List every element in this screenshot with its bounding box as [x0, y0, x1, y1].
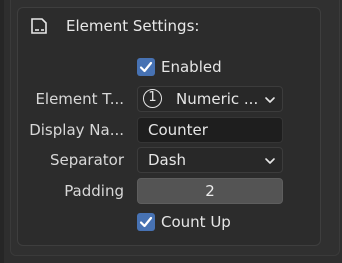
count-up-label[interactable]: Count Up — [161, 213, 231, 231]
checkmark-icon — [139, 216, 153, 228]
separator-label: Separator — [49, 151, 124, 169]
enabled-label[interactable]: Enabled — [161, 58, 222, 76]
count-up-checkbox[interactable] — [137, 213, 155, 231]
numeric-one-icon: 1 — [143, 89, 162, 108]
element-type-dropdown[interactable]: 1 Numeric ... — [137, 86, 283, 112]
display-name-label: Display Na... — [29, 121, 124, 139]
chevron-down-icon — [265, 158, 275, 164]
left-edge — [0, 0, 4, 263]
element-settings-icon — [31, 18, 47, 34]
display-name-value: Counter — [148, 121, 208, 139]
enabled-checkbox[interactable] — [137, 58, 155, 76]
padding-label: Padding — [64, 182, 124, 200]
element-type-value: Numeric ... — [176, 90, 259, 108]
display-name-field[interactable]: Counter — [137, 117, 283, 143]
element-type-label: Element T... — [35, 90, 124, 108]
checkmark-icon — [139, 61, 153, 73]
panel-title: Element Settings: — [66, 17, 200, 35]
separator-value: Dash — [148, 151, 187, 169]
separator-dropdown[interactable]: Dash — [137, 147, 283, 173]
chevron-down-icon — [265, 97, 275, 103]
padding-number-field[interactable]: 2 — [137, 178, 283, 204]
